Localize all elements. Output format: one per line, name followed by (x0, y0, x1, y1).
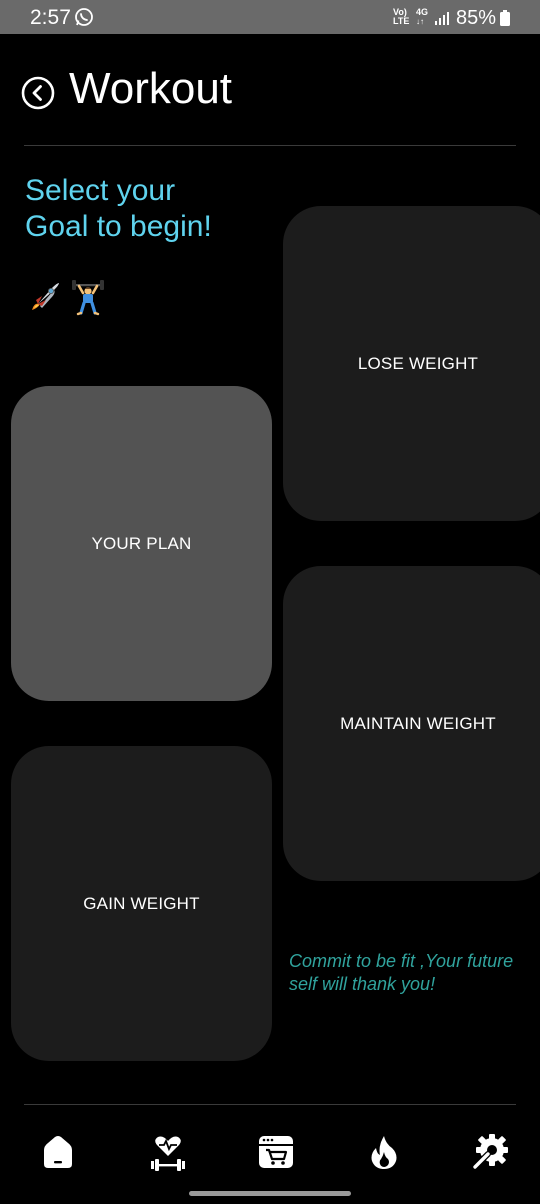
maintain-weight-label: MAINTAIN WEIGHT (340, 713, 496, 733)
your-plan-card[interactable]: YOUR PLAN (11, 386, 272, 701)
gain-weight-card[interactable]: GAIN WEIGHT (11, 746, 272, 1061)
nav-fitness[interactable] (148, 1132, 188, 1172)
nav-burn[interactable] (364, 1132, 404, 1172)
lose-weight-card[interactable]: LOSE WEIGHT (283, 206, 540, 521)
nav-home[interactable] (38, 1132, 78, 1172)
home-icon (44, 1136, 72, 1168)
weight-lifter-icon (72, 280, 104, 316)
gear-wrench-icon (472, 1134, 508, 1170)
nav-shop[interactable] (256, 1132, 296, 1172)
battery-icon (500, 10, 510, 26)
status-time: 2:57 (30, 6, 71, 29)
page-title: Workout (69, 64, 233, 113)
volte-indicator: Vo) LTE (393, 7, 410, 26)
home-indicator[interactable] (189, 1191, 351, 1196)
maintain-weight-card[interactable]: MAINTAIN WEIGHT (283, 566, 540, 881)
motivation-quote: Commit to be fit ,Your future self will … (289, 951, 514, 994)
signal-icon (435, 12, 449, 25)
lose-weight-label: LOSE WEIGHT (357, 353, 479, 373)
goal-prompt-line2: Goal to begin! (25, 210, 212, 243)
header-divider (24, 145, 516, 146)
rocket-icon (32, 283, 59, 310)
network-type-indicator: 4G ↓↑ (416, 7, 429, 27)
your-plan-label: YOUR PLAN (91, 533, 192, 553)
emoji-row (26, 280, 116, 316)
whatsapp-icon (75, 8, 93, 26)
bottom-nav-divider (24, 1104, 516, 1105)
battery-percent: 85% (456, 7, 497, 29)
flame-icon (371, 1136, 397, 1169)
goal-prompt-line1: Select your (25, 174, 176, 207)
status-bar: 2:57 Vo) LTE 4G ↓↑ 85% (0, 0, 540, 34)
shop-cart-icon (259, 1136, 293, 1168)
gain-weight-label: GAIN WEIGHT (83, 893, 200, 913)
back-button[interactable] (21, 76, 55, 110)
nav-settings[interactable] (470, 1132, 510, 1172)
heart-dumbbell-icon (151, 1136, 185, 1171)
goal-prompt: Select your Goal to begin! (25, 173, 285, 245)
bottom-nav (0, 1112, 540, 1182)
